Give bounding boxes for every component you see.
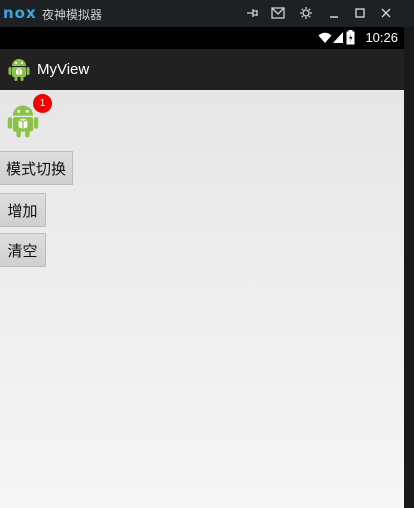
mail-icon[interactable] [269,4,287,22]
mode-switch-button[interactable]: 模式切换 [0,151,73,185]
gear-icon[interactable] [297,4,315,22]
emulator-title: 夜神模拟器 [42,8,103,22]
content-area: 1 模式切换 增加 清空 [0,90,404,508]
badge-view[interactable]: 1 [7,94,53,140]
clear-button[interactable]: 清空 [0,233,46,267]
status-time: 10:26 [365,30,398,45]
wifi-icon [318,32,332,43]
add-button[interactable]: 增加 [0,193,46,227]
signal-icon [333,32,343,43]
pin-icon[interactable] [243,4,261,22]
battery-icon [346,30,355,45]
action-bar: MyView [0,49,404,90]
close-icon[interactable] [377,4,395,22]
app-title: MyView [37,61,90,78]
android-status-bar: 10:26 [0,27,404,49]
emulator-title-bar: nox 夜神模拟器 [0,0,414,27]
notification-badge: 1 [33,94,52,113]
minimize-icon[interactable] [325,4,343,22]
android-app-icon [8,59,30,81]
maximize-icon[interactable] [351,4,369,22]
emulator-logo: nox [3,4,37,22]
emulator-side-strip [404,27,414,508]
